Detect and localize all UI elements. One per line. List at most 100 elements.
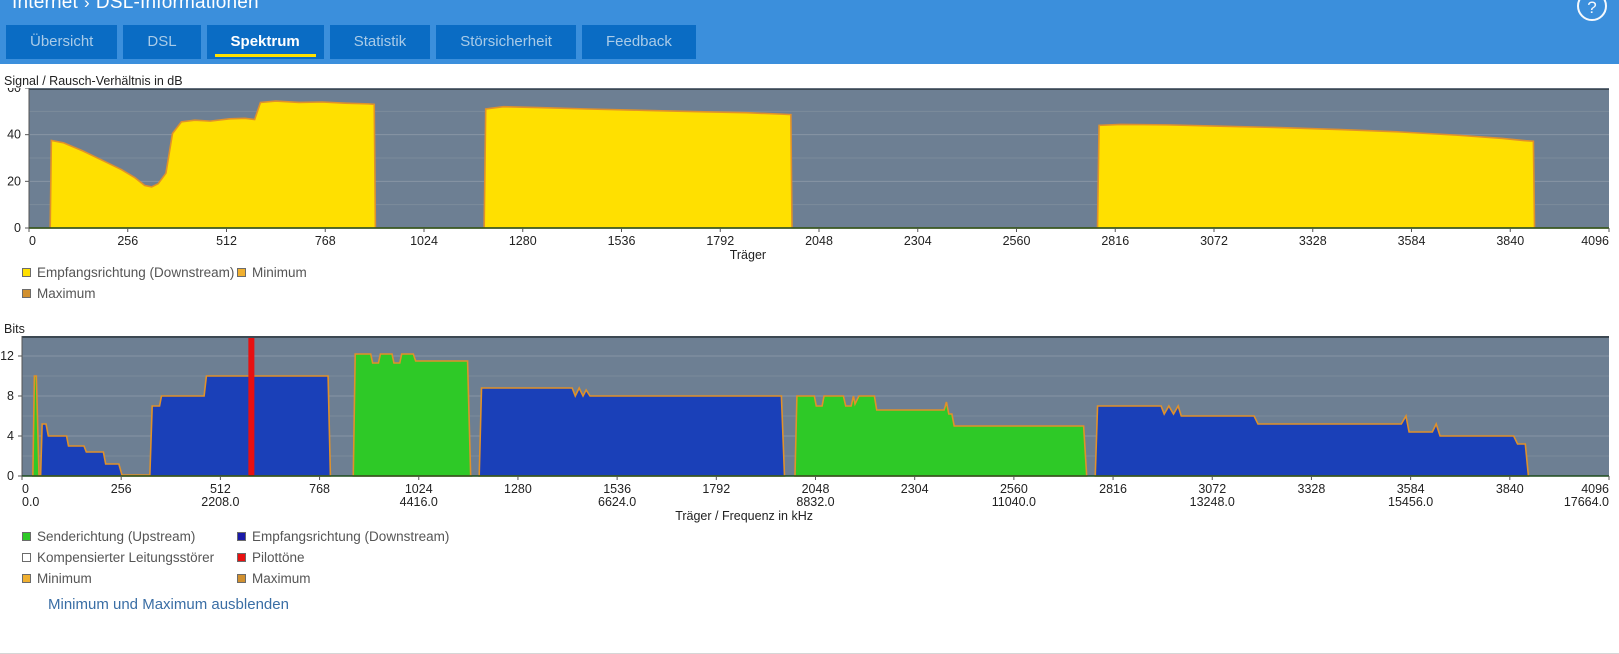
legend-label-pilottoene: Pilottöne [252,550,305,565]
svg-text:1536: 1536 [603,482,631,496]
svg-text:2560: 2560 [1003,234,1031,248]
svg-text:11040.0: 11040.0 [992,495,1036,509]
svg-text:0: 0 [22,482,29,496]
svg-text:1024: 1024 [410,234,438,248]
legend-swatch-minimum-icon [237,268,246,277]
svg-text:768: 768 [309,482,330,496]
legend-swatch-pilottoene-icon [237,553,246,562]
legend-label-minimum: Minimum [37,571,92,586]
svg-text:8: 8 [7,389,14,403]
svg-text:0: 0 [14,221,21,235]
svg-text:2048: 2048 [805,234,833,248]
breadcrumb: Internet › DSL-Informationen [12,0,259,14]
svg-text:2304: 2304 [904,234,932,248]
svg-text:4416.0: 4416.0 [400,495,438,509]
svg-text:512: 512 [216,234,237,248]
header-bar: Internet › DSL-Informationen ? Übersicht D… [0,0,1619,64]
breadcrumb-separator-icon: › [84,0,90,12]
svg-text:2816: 2816 [1099,482,1127,496]
legend-item-pilottoene: Pilottöne [237,550,305,565]
tab-stoersicherheit[interactable]: Störsicherheit [436,25,576,59]
svg-text:3072: 3072 [1198,482,1226,496]
help-icon[interactable]: ? [1577,0,1607,21]
legend-item-downstream: Empfangsrichtung (Downstream) [22,265,237,280]
tab-statistik[interactable]: Statistik [329,25,431,59]
legend-row: Kompensierter Leitungsstörer Pilottöne [22,547,449,568]
svg-text:1024: 1024 [405,482,433,496]
legend-label-upstream: Senderichtung (Upstream) [37,529,196,544]
legend-label-maximum: Maximum [252,571,311,586]
svg-text:0.0: 0.0 [22,495,39,509]
svg-text:2560: 2560 [1000,482,1028,496]
legend-row: Minimum Maximum [22,568,449,589]
svg-text:1280: 1280 [504,482,532,496]
legend-label-maximum: Maximum [37,286,96,301]
bits-chart-y-axis-title: Bits [4,322,25,336]
dsl-spectrum-page: Internet › DSL-Informationen ? Übersicht D… [0,0,1619,654]
legend-label-downstream: Empfangsrichtung (Downstream) [37,265,235,280]
svg-text:3328: 3328 [1298,482,1326,496]
breadcrumb-item-dsl-informationen[interactable]: DSL-Informationen [96,0,259,13]
legend-row: Empfangsrichtung (Downstream) Minimum [22,262,307,283]
svg-text:3584: 3584 [1397,482,1425,496]
svg-text:4096: 4096 [1581,482,1609,496]
legend-swatch-maximum-icon [237,574,246,583]
svg-text:1792: 1792 [706,234,734,248]
legend-swatch-downstream-icon [22,268,31,277]
svg-text:15456.0: 15456.0 [1388,495,1433,509]
tab-bar: Übersicht DSL Spektrum Statistik Störsic… [6,25,696,59]
svg-text:3072: 3072 [1200,234,1228,248]
svg-text:1280: 1280 [509,234,537,248]
svg-text:1536: 1536 [608,234,636,248]
svg-text:768: 768 [315,234,336,248]
bits-chart-legend: Senderichtung (Upstream) Empfangsrichtun… [22,526,449,589]
legend-label-kompensierter-leitungsstoerer: Kompensierter Leitungsstörer [37,550,215,565]
legend-item-maximum: Maximum [237,571,311,586]
toggle-minmax-link[interactable]: Minimum und Maximum ausblenden [48,596,289,613]
svg-text:2208.0: 2208.0 [201,495,239,509]
bits-chart-plot: 0 4 8 12 0 256 512 768 1024 1280 1536 1792 2048 2304 2… [0,336,1610,523]
legend-label-downstream: Empfangsrichtung (Downstream) [252,529,450,544]
legend-item-minimum: Minimum [22,571,237,586]
svg-text:3328: 3328 [1299,234,1327,248]
svg-text:20: 20 [7,174,21,188]
svg-text:3584: 3584 [1398,234,1426,248]
snr-chart-legend: Empfangsrichtung (Downstream) Minimum Ma… [22,262,307,304]
breadcrumb-item-internet[interactable]: Internet [12,0,78,13]
svg-text:512: 512 [210,482,231,496]
svg-text:17664.0: 17664.0 [1564,495,1609,509]
tab-dsl[interactable]: DSL [123,25,201,59]
legend-item-minimum: Minimum [237,265,307,280]
tab-spektrum[interactable]: Spektrum [206,25,324,59]
svg-text:256: 256 [117,234,138,248]
svg-text:3840: 3840 [1496,482,1524,496]
legend-swatch-maximum-icon [22,289,31,298]
svg-text:60: 60 [7,88,21,95]
tab-feedback[interactable]: Feedback [581,25,696,59]
svg-text:Träger: Träger [730,248,766,262]
legend-item-maximum: Maximum [22,286,96,301]
tab-uebersicht[interactable]: Übersicht [6,25,118,59]
legend-swatch-minimum-icon [22,574,31,583]
legend-swatch-kompensierter-leitungsstoerer-icon [22,553,31,562]
svg-text:256: 256 [111,482,132,496]
svg-text:8832.0: 8832.0 [796,495,834,509]
snr-chart-y-axis-title: Signal / Rausch-Verhältnis in dB [4,74,183,88]
svg-text:0: 0 [29,234,36,248]
legend-item-downstream: Empfangsrichtung (Downstream) [237,529,449,544]
snr-chart-plot: 0 20 40 60 0 256 512 768 1024 1280 1536 1792 2048 230… [7,88,1610,262]
svg-text:40: 40 [7,128,21,142]
svg-text:0: 0 [7,469,14,483]
svg-text:2048: 2048 [802,482,830,496]
svg-text:3840: 3840 [1496,234,1524,248]
legend-item-upstream: Senderichtung (Upstream) [22,529,237,544]
svg-text:13248.0: 13248.0 [1190,495,1235,509]
svg-text:6624.0: 6624.0 [598,495,636,509]
svg-text:1792: 1792 [702,482,730,496]
svg-text:2816: 2816 [1101,234,1129,248]
legend-row: Maximum [22,283,307,304]
svg-text:12: 12 [0,349,14,363]
legend-row: Senderichtung (Upstream) Empfangsrichtun… [22,526,449,547]
legend-swatch-upstream-icon [22,532,31,541]
svg-text:4096: 4096 [1581,234,1609,248]
